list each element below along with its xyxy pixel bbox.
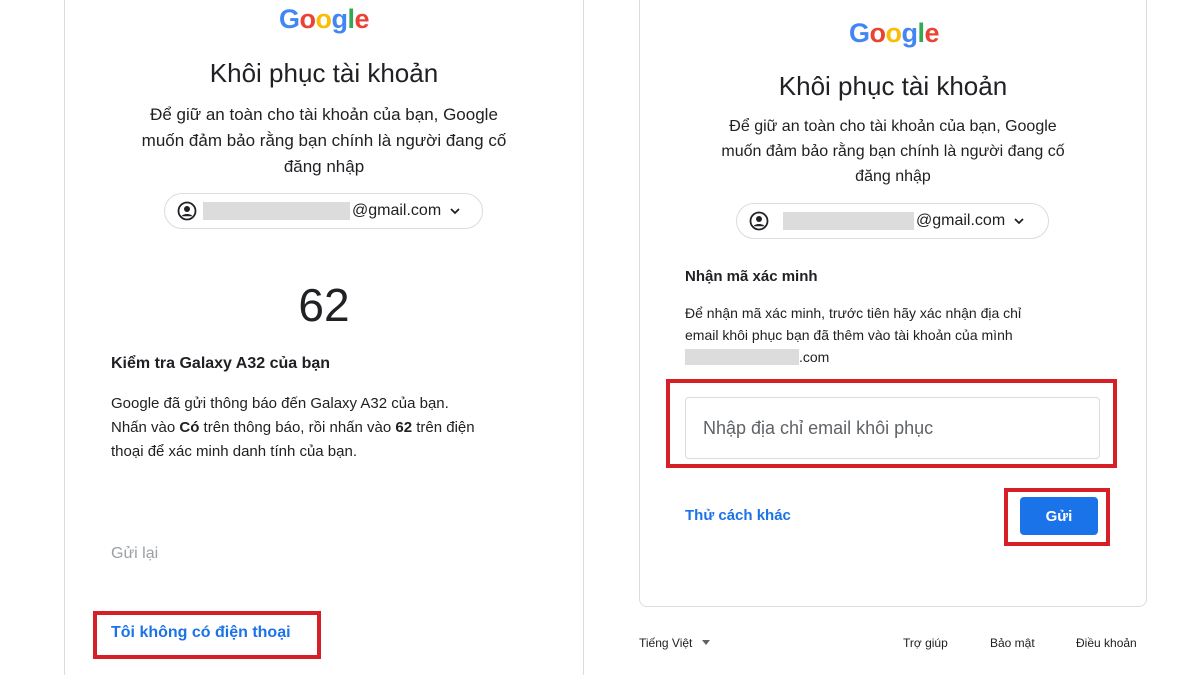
account-selector[interactable]: @gmail.com	[736, 203, 1049, 239]
footer-help-link[interactable]: Trợ giúp	[903, 636, 948, 650]
page-title: Khôi phục tài khoản	[209, 58, 439, 88]
chevron-down-icon	[450, 208, 460, 215]
resend-button[interactable]: Gửi lại	[111, 545, 158, 563]
section-heading: Kiểm tra Galaxy A32 của bạn	[111, 355, 331, 372]
google-logo: Google	[849, 18, 940, 48]
email-suffix: @gmail.com	[916, 212, 1006, 229]
page-title: Khôi phục tài khoản	[778, 71, 1008, 101]
verification-number: 62	[298, 279, 350, 331]
left-recovery-panel: Google Khôi phục tài khoản Để giữ an toà…	[64, 0, 584, 675]
highlight-box-no-phone	[93, 611, 321, 659]
account-circle-icon	[177, 201, 197, 221]
language-selector[interactable]: Tiếng Việt	[639, 636, 710, 650]
redacted-email-username	[203, 202, 350, 220]
footer-terms-link[interactable]: Điều khoản	[1076, 636, 1137, 650]
try-another-way-link[interactable]: Thử cách khác	[685, 507, 791, 524]
chevron-down-icon	[1014, 218, 1024, 225]
footer-privacy-link[interactable]: Bảo mật	[990, 636, 1035, 650]
account-selector[interactable]: @gmail.com	[164, 193, 483, 229]
redacted-recovery-email	[685, 349, 799, 365]
page-subtitle: Để giữ an toàn cho tài khoản của bạn, Go…	[141, 105, 507, 176]
highlight-box-send	[1004, 488, 1110, 546]
google-logo: Google	[279, 4, 370, 34]
page-subtitle: Để giữ an toàn cho tài khoản của bạn, Go…	[721, 118, 1065, 185]
account-circle-icon	[749, 211, 769, 231]
section-heading: Nhận mã xác minh	[685, 268, 818, 285]
highlight-box-input	[666, 379, 1117, 468]
instruction-text: Để nhận mã xác minh, trước tiên hãy xác …	[685, 305, 1022, 365]
instruction-text: Google đã gửi thông báo đến Galaxy A32 c…	[111, 395, 475, 460]
redacted-email-username	[783, 212, 914, 230]
dropdown-caret-icon	[701, 640, 710, 645]
email-suffix: @gmail.com	[352, 202, 442, 219]
